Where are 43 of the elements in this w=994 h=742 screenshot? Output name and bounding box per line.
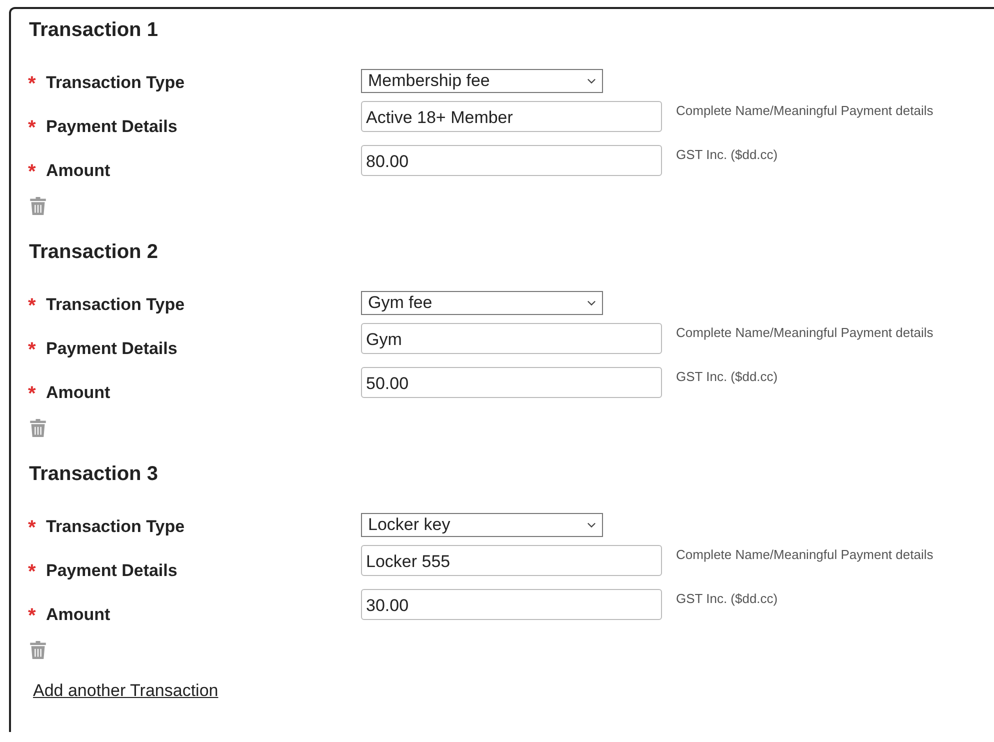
field-hint: Complete Name/Meaningful Payment details	[676, 547, 934, 562]
field-hint: Complete Name/Meaningful Payment details	[676, 103, 934, 118]
required-asterisk: *	[28, 516, 37, 538]
required-asterisk: *	[28, 116, 37, 138]
required-asterisk: *	[28, 160, 37, 182]
section-heading: Transaction 3	[29, 462, 159, 487]
field-label: Amount	[46, 605, 110, 625]
trash-icon[interactable]	[30, 419, 46, 437]
field-label: Transaction Type	[46, 73, 185, 93]
input-field[interactable]: Locker 555	[361, 545, 662, 576]
input-field[interactable]: 30.00	[361, 589, 662, 620]
required-asterisk: *	[28, 382, 37, 404]
field-label: Payment Details	[46, 339, 178, 359]
field-label: Amount	[46, 161, 110, 181]
add-transaction-link[interactable]: Add another Transaction	[33, 681, 218, 701]
required-asterisk: *	[28, 72, 37, 94]
input-field[interactable]: 50.00	[361, 367, 662, 398]
trash-icon[interactable]	[30, 641, 46, 659]
field-label: Transaction Type	[46, 295, 185, 315]
field-label: Payment Details	[46, 561, 178, 581]
field-hint: GST Inc. ($dd.cc)	[676, 591, 778, 606]
section-heading: Transaction 1	[29, 18, 159, 43]
field-label: Payment Details	[46, 117, 178, 137]
caret-icon	[587, 300, 596, 306]
dropdown[interactable]: Locker key	[361, 513, 603, 537]
field-label: Transaction Type	[46, 517, 185, 537]
field-hint: GST Inc. ($dd.cc)	[676, 369, 778, 384]
dropdown[interactable]: Gym fee	[361, 291, 603, 315]
section-heading: Transaction 2	[29, 240, 159, 265]
required-asterisk: *	[28, 294, 37, 316]
required-asterisk: *	[28, 604, 37, 626]
field-hint: GST Inc. ($dd.cc)	[676, 147, 778, 162]
input-field[interactable]: Gym	[361, 323, 662, 354]
field-label: Amount	[46, 383, 110, 403]
input-field[interactable]: 80.00	[361, 145, 662, 176]
caret-icon	[587, 522, 596, 528]
dropdown[interactable]: Membership fee	[361, 69, 603, 93]
trash-icon[interactable]	[30, 197, 46, 215]
required-asterisk: *	[28, 560, 37, 582]
input-field[interactable]: Active 18+ Member	[361, 101, 662, 132]
field-hint: Complete Name/Meaningful Payment details	[676, 325, 934, 340]
caret-icon	[587, 78, 596, 84]
required-asterisk: *	[28, 338, 37, 360]
